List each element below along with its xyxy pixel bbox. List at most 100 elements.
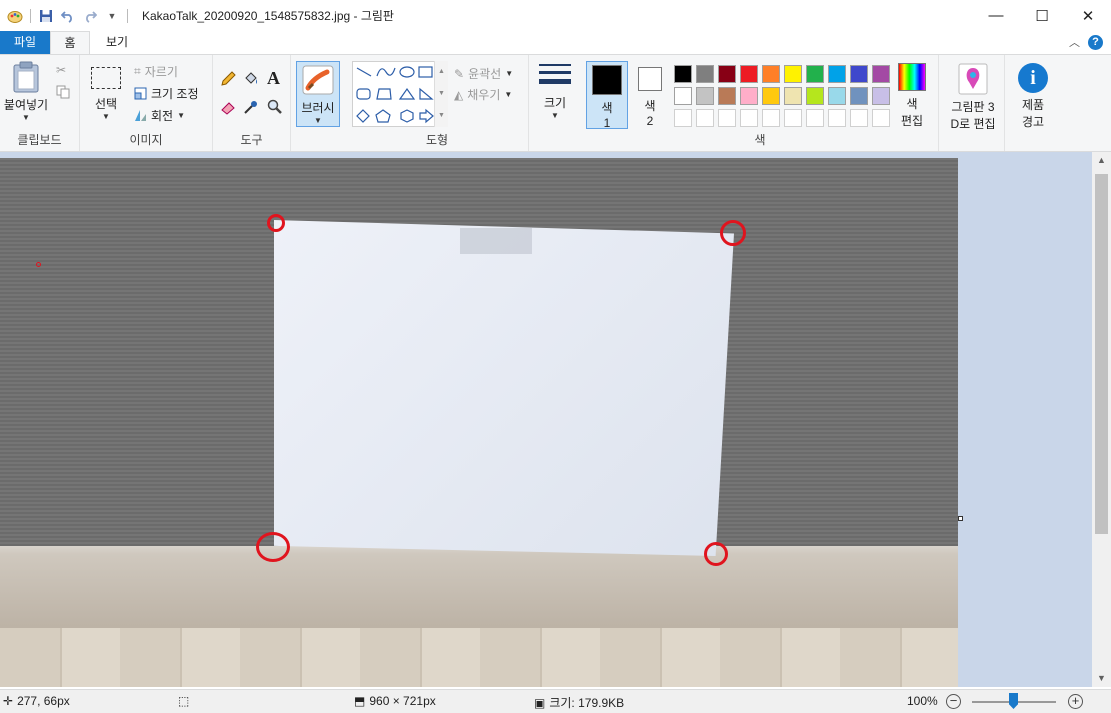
palette-color-swatch[interactable] xyxy=(870,107,892,129)
select-label: 선택 xyxy=(94,97,118,111)
tools-group: A 도구 xyxy=(213,55,291,151)
palette-color-swatch[interactable] xyxy=(672,85,694,107)
rotate-button[interactable]: 회전 ▼ xyxy=(134,107,185,124)
baseboard-image-region xyxy=(0,546,958,628)
palette-color-swatch[interactable] xyxy=(716,107,738,129)
paste-button[interactable]: 붙여넣기 ▼ xyxy=(2,61,50,122)
fill-button[interactable]: ◭ 채우기 ▼ xyxy=(454,86,512,103)
edit-with-paint3d-button[interactable]: 그림판 3 D로 편집 xyxy=(943,63,1003,132)
clipboard-group: 붙여넣기 ▼ ✂ 클립보드 xyxy=(0,55,80,151)
crop-button[interactable]: ⌗ 자르기 xyxy=(134,63,178,80)
swatch-fill xyxy=(718,109,736,127)
canvas-image[interactable] xyxy=(0,158,958,687)
vertical-scrollbar[interactable]: ▲ ▼ xyxy=(1092,152,1111,687)
pencil-icon[interactable] xyxy=(220,71,236,87)
palette-color-swatch[interactable] xyxy=(826,107,848,129)
cut-icon[interactable]: ✂ xyxy=(56,63,66,77)
palette-color-swatch[interactable] xyxy=(804,107,826,129)
undo-icon[interactable] xyxy=(57,5,79,27)
palette-color-swatch[interactable] xyxy=(826,85,848,107)
canvas-workspace[interactable] xyxy=(0,152,1092,687)
palette-color-swatch[interactable] xyxy=(716,85,738,107)
image-group: 선택 ▼ ⌗ 자르기 크기 조정 회전 ▼ 이미지 xyxy=(80,55,213,151)
color1-button[interactable]: 색 1 xyxy=(586,61,628,130)
fill-bucket-icon[interactable] xyxy=(243,71,259,87)
select-button[interactable]: 선택 ▼ xyxy=(88,67,124,121)
zoom-slider-thumb[interactable] xyxy=(1009,693,1018,709)
minimize-button[interactable]: — xyxy=(973,0,1019,31)
swatch-fill xyxy=(806,65,824,83)
magnifier-icon[interactable] xyxy=(267,99,283,115)
corner-marker-top-left xyxy=(267,214,285,232)
palette-color-swatch[interactable] xyxy=(782,85,804,107)
swatch-fill xyxy=(762,87,780,105)
redo-icon[interactable] xyxy=(79,5,101,27)
palette-color-swatch[interactable] xyxy=(738,85,760,107)
tab-home[interactable]: 홈 xyxy=(50,31,90,54)
palette-color-swatch[interactable] xyxy=(672,107,694,129)
eraser-icon[interactable] xyxy=(220,99,236,115)
palette-color-swatch[interactable] xyxy=(826,63,848,85)
palette-color-swatch[interactable] xyxy=(672,63,694,85)
paper-sheet-image xyxy=(274,220,734,556)
outline-button[interactable]: ✎ 윤곽선 ▼ xyxy=(454,65,513,82)
canvas-resize-handle[interactable] xyxy=(958,516,963,521)
fill-label: 채우기 xyxy=(467,88,501,102)
help-icon[interactable]: ? xyxy=(1088,34,1103,50)
customize-quick-access-icon[interactable]: ▼ xyxy=(101,5,123,27)
paint3d-label-line1: 그림판 3 xyxy=(951,100,995,114)
save-icon[interactable] xyxy=(35,5,57,27)
palette-color-swatch[interactable] xyxy=(782,63,804,85)
palette-color-swatch[interactable] xyxy=(782,107,804,129)
product-alert-button[interactable]: i 제품 경고 xyxy=(1009,63,1057,130)
color2-label: 색 xyxy=(644,99,656,113)
palette-color-swatch[interactable] xyxy=(716,63,738,85)
paint-app-icon[interactable] xyxy=(4,5,26,27)
palette-color-swatch[interactable] xyxy=(738,63,760,85)
palette-color-swatch[interactable] xyxy=(848,85,870,107)
palette-color-swatch[interactable] xyxy=(694,85,716,107)
swatch-fill xyxy=(696,65,714,83)
palette-color-swatch[interactable] xyxy=(760,107,782,129)
scroll-up-icon[interactable]: ▲ xyxy=(1092,152,1111,169)
palette-color-swatch[interactable] xyxy=(760,85,782,107)
palette-color-swatch[interactable] xyxy=(694,107,716,129)
palette-color-swatch[interactable] xyxy=(760,63,782,85)
swatch-fill xyxy=(850,65,868,83)
tab-file[interactable]: 파일 xyxy=(0,31,50,54)
zoom-in-button[interactable]: + xyxy=(1068,694,1083,709)
palette-color-swatch[interactable] xyxy=(738,107,760,129)
maximize-button[interactable]: ☐ xyxy=(1019,0,1065,31)
resize-button[interactable]: 크기 조정 xyxy=(134,85,199,102)
text-tool-icon[interactable]: A xyxy=(267,68,280,89)
tab-view[interactable]: 보기 xyxy=(92,31,142,54)
crosshair-icon: ✛ xyxy=(3,694,14,708)
paint3d-label-line2: D로 편집 xyxy=(950,117,996,131)
palette-color-swatch[interactable] xyxy=(804,63,826,85)
size-button[interactable]: 크기 ▼ xyxy=(533,61,577,120)
shapes-scrollbar[interactable]: ▲ ▼ ▼ xyxy=(434,61,448,127)
edit-colors-label: 색 xyxy=(906,97,918,111)
swatch-fill xyxy=(674,65,692,83)
palette-color-swatch[interactable] xyxy=(870,85,892,107)
swatch-fill xyxy=(872,109,890,127)
brushes-button[interactable]: 브러시 ▼ xyxy=(296,61,340,127)
close-button[interactable]: ✕ xyxy=(1065,0,1111,31)
scrollbar-thumb[interactable] xyxy=(1095,174,1108,534)
color2-button[interactable]: 색 2 xyxy=(630,61,670,129)
scroll-down-icon[interactable]: ▼ xyxy=(1092,670,1111,687)
palette-color-swatch[interactable] xyxy=(848,63,870,85)
floor-image-region xyxy=(0,628,958,687)
zoom-out-button[interactable]: − xyxy=(946,694,961,709)
palette-color-swatch[interactable] xyxy=(804,85,826,107)
copy-icon[interactable] xyxy=(56,85,70,99)
outline-label: 윤곽선 xyxy=(468,67,502,81)
edit-colors-button[interactable]: 색 편집 xyxy=(892,63,932,129)
palette-color-swatch[interactable] xyxy=(870,63,892,85)
palette-color-swatch[interactable] xyxy=(848,107,870,129)
color-picker-icon[interactable] xyxy=(243,99,259,115)
collapse-ribbon-icon[interactable]: ︿ xyxy=(1069,34,1080,50)
palette-color-swatch[interactable] xyxy=(694,63,716,85)
dimensions-icon: ⬒ xyxy=(354,694,366,708)
zoom-level: 100% xyxy=(907,694,938,708)
